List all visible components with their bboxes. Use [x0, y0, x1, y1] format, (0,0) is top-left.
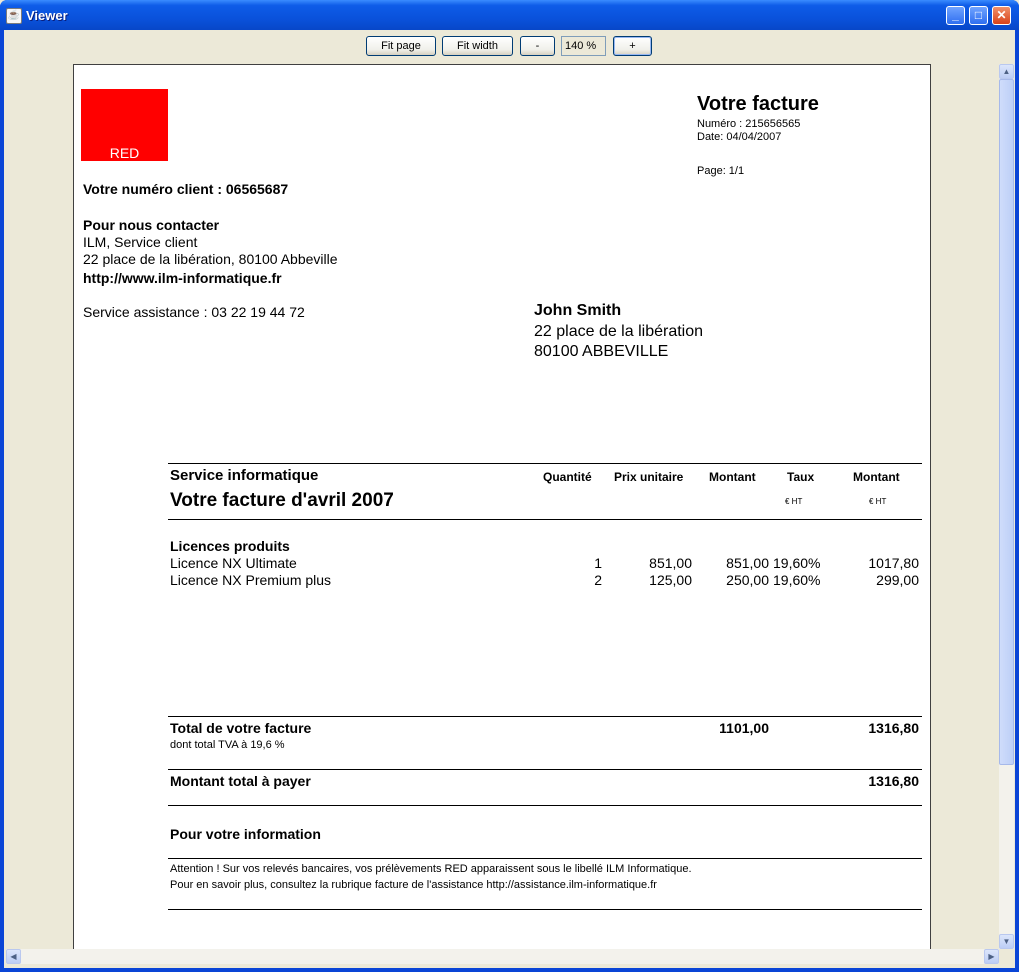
row-unit-price: 851,00 — [649, 555, 692, 571]
fit-width-button[interactable]: Fit width — [442, 36, 513, 56]
total-ttc: 1316,80 — [868, 720, 919, 736]
window-client-area: Fit page Fit width - 140 % + RED Votre f… — [4, 30, 1015, 968]
subheader-ht-1: € HT — [785, 497, 803, 506]
zoom-out-button[interactable]: - — [520, 36, 555, 56]
scroll-down-arrow-icon[interactable]: ▼ — [999, 934, 1014, 949]
maximize-button[interactable]: □ — [969, 6, 988, 25]
contact-url: http://www.ilm-informatique.fr — [83, 270, 282, 286]
divider — [168, 909, 922, 910]
service-heading: Service informatique — [170, 467, 319, 484]
horizontal-scrollbar[interactable]: ◀ ▶ — [6, 949, 999, 964]
document-viewport[interactable]: RED Votre facture Numéro : 215656565 Dat… — [6, 64, 999, 949]
scroll-up-arrow-icon[interactable]: ▲ — [999, 64, 1014, 79]
row-amount: 250,00 — [726, 572, 769, 588]
row-label: Licence NX Premium plus — [170, 572, 332, 588]
divider — [168, 769, 922, 770]
page-indicator: Page: 1/1 — [697, 165, 745, 177]
fit-page-button[interactable]: Fit page — [366, 36, 436, 56]
scroll-left-arrow-icon[interactable]: ◀ — [6, 949, 21, 964]
row-amount: 851,00 — [726, 555, 769, 571]
contact-line-1: ILM, Service client — [83, 234, 198, 250]
total-ht: 1101,00 — [719, 720, 769, 736]
title-bar[interactable]: ☕ Viewer _ □ ✕ — [0, 0, 1019, 30]
viewer-window: ☕ Viewer _ □ ✕ Fit page Fit width - 140 … — [0, 0, 1019, 972]
subheader-ht-2: € HT — [869, 497, 887, 506]
row-rate: 19,60% — [773, 572, 821, 588]
minimize-button[interactable]: _ — [946, 6, 965, 25]
invoice-number: Numéro : 215656565 — [697, 118, 801, 130]
assistance-phone: Service assistance : 03 22 19 44 72 — [83, 304, 305, 320]
header-quantite: Quantité — [543, 470, 592, 484]
java-app-icon: ☕ — [6, 8, 22, 24]
red-logo: RED — [81, 89, 168, 161]
divider — [168, 858, 922, 859]
group-heading: Licences produits — [170, 538, 290, 554]
logo-text: RED — [109, 145, 140, 161]
row-rate: 19,60% — [773, 555, 821, 571]
recipient-name: John Smith — [534, 302, 622, 319]
header-montant-ht: Montant — [709, 470, 756, 484]
window-title: Viewer — [26, 8, 68, 23]
recipient-street: 22 place de la libération — [534, 323, 704, 340]
row-qty: 2 — [594, 572, 602, 588]
contact-line-2: 22 place de la libération, 80100 Abbevil… — [83, 251, 338, 267]
client-number: Votre numéro client : 06565687 — [83, 181, 289, 197]
recipient-city: 80100 ABBEVILLE — [534, 343, 669, 360]
divider — [168, 805, 922, 806]
vertical-scroll-thumb[interactable] — [999, 79, 1014, 765]
zoom-in-button[interactable]: + — [613, 36, 652, 56]
header-montant-ttc: Montant — [853, 470, 900, 484]
row-qty: 1 — [594, 555, 602, 571]
total-label: Total de votre facture — [170, 720, 312, 736]
header-taux: Taux — [787, 470, 815, 484]
info-line-1: Attention ! Sur vos relevés bancaires, v… — [170, 863, 692, 875]
divider — [168, 519, 922, 520]
row-total: 299,00 — [876, 572, 919, 588]
vertical-scrollbar[interactable]: ▲ ▼ — [999, 64, 1014, 949]
contact-heading: Pour nous contacter — [83, 217, 220, 233]
invoice-subtitle: Votre facture d'avril 2007 — [170, 490, 394, 511]
info-heading: Pour votre information — [170, 826, 321, 842]
tva-note: dont total TVA à 19,6 % — [170, 739, 285, 751]
row-label: Licence NX Ultimate — [170, 555, 297, 571]
row-total: 1017,80 — [868, 555, 919, 571]
zoom-level-field[interactable]: 140 % — [561, 36, 606, 56]
invoice-title: Votre facture — [697, 93, 819, 115]
amount-due-label: Montant total à payer — [170, 773, 311, 789]
divider — [168, 463, 922, 464]
header-prix-unitaire: Prix unitaire — [614, 470, 684, 484]
invoice-date: Date: 04/04/2007 — [697, 131, 782, 143]
info-line-2: Pour en savoir plus, consultez la rubriq… — [170, 879, 657, 891]
invoice-page: RED Votre facture Numéro : 215656565 Dat… — [73, 64, 931, 949]
close-button[interactable]: ✕ — [992, 6, 1011, 25]
row-unit-price: 125,00 — [649, 572, 692, 588]
divider — [168, 716, 922, 717]
scroll-right-arrow-icon[interactable]: ▶ — [984, 949, 999, 964]
amount-due-value: 1316,80 — [868, 773, 919, 789]
